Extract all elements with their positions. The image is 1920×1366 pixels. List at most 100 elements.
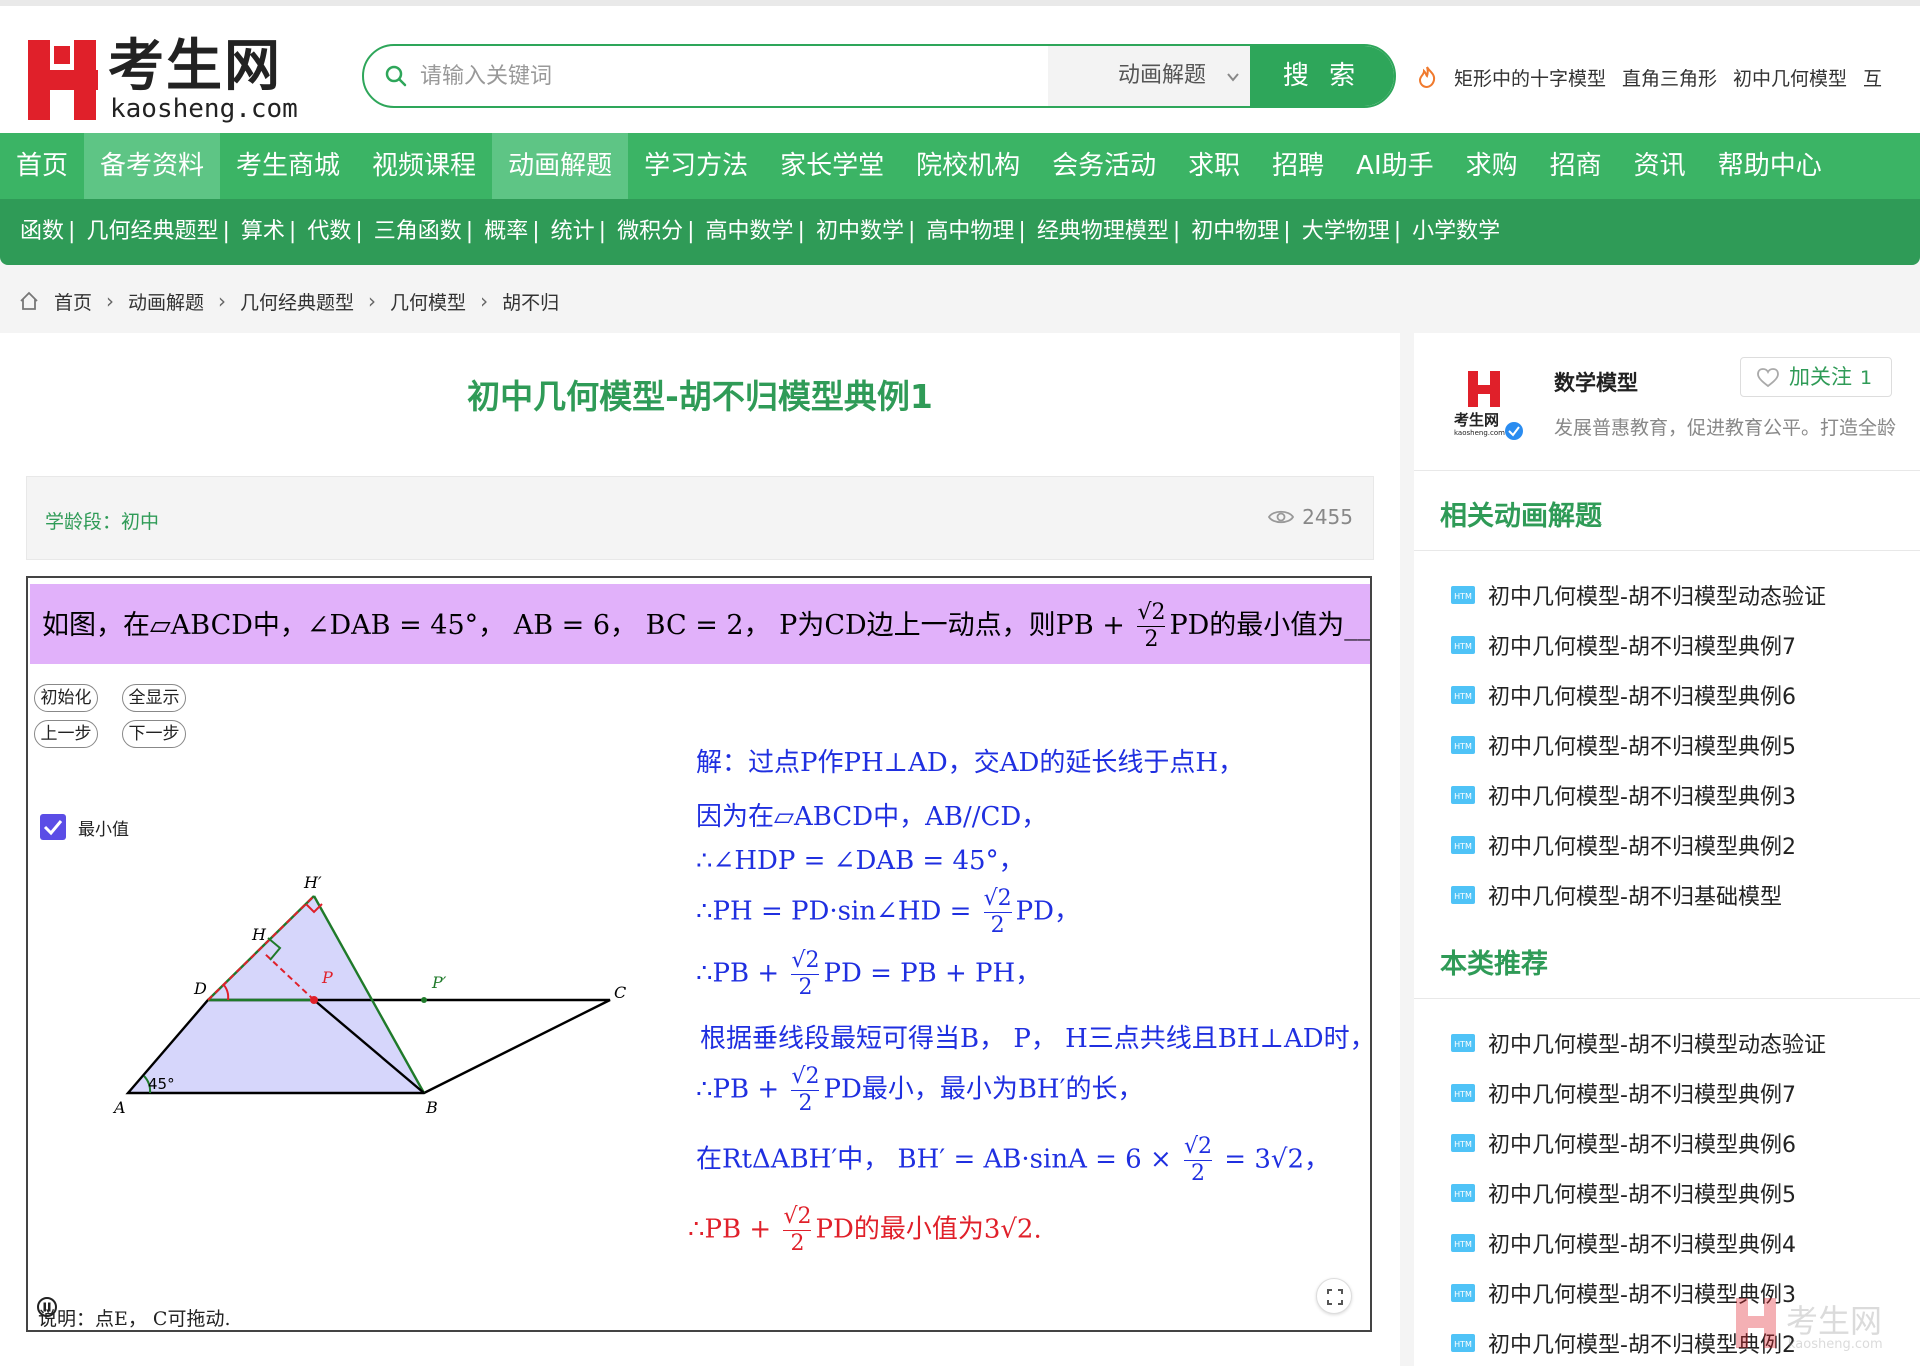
hot-keyword[interactable]: 初中几何模型 [1733,64,1847,91]
list-item-label: 初中几何模型-胡不归模型典例5 [1488,735,1796,760]
solution-line: ∴PH = PD·sin∠HD = √2 2 PD， [696,886,1080,939]
watermark-text: 考生网 [1786,1302,1882,1340]
subnav-item[interactable]: 高中物理 [926,199,1014,265]
subnav-item[interactable]: 三角函数 [374,199,462,265]
point-p2 [421,997,427,1003]
nav-item-invest[interactable]: 招商 [1534,133,1618,199]
list-item[interactable]: HTM 初中几何模型-胡不归模型典例6 [1450,678,1796,712]
list-item[interactable]: HTM 初中几何模型-胡不归模型典例5 [1450,728,1796,762]
nav-item-events[interactable]: 会务活动 [1036,133,1172,199]
label-angle: 45° [148,1075,175,1093]
logo-text: 考生网 [108,34,282,99]
file-htm-icon: HTM [1451,736,1475,754]
nav-item-buy[interactable]: 求购 [1450,133,1534,199]
breadcrumb-item[interactable]: 动画解题 [128,288,204,315]
file-htm-icon: HTM [1451,1034,1475,1052]
list-item[interactable]: HTM 初中几何模型-胡不归模型典例2 [1450,828,1796,862]
author-name[interactable]: 数学模型 [1554,367,1638,397]
breadcrumb-item[interactable]: 胡不归 [502,288,559,315]
fraction-den: 2 [798,975,813,1000]
avatar-text: 考生网 [1454,411,1499,429]
list-item-label: 初中几何模型-胡不归模型典例6 [1488,1133,1796,1158]
verified-icon [1505,422,1523,440]
geometry-applet[interactable]: 如图，在▱ABCD中，∠DAB = 45°， AB = 6， BC = 2， P… [26,576,1372,1332]
list-item-label: 初中几何模型-胡不归模型典例7 [1488,635,1796,660]
search-input[interactable] [420,46,1080,106]
subnav-item[interactable]: 大学物理 [1302,199,1390,265]
site-logo[interactable]: 考生网 kaosheng.com [28,36,298,124]
breadcrumb-item[interactable]: 几何模型 [390,288,466,315]
list-item-label: 初中几何模型-胡不归模型动态验证 [1488,1033,1826,1058]
geometry-figure[interactable]: A B C D P P′ H H′ 45° [28,578,648,1332]
fraction-num: √2 [791,1064,820,1091]
file-htm-icon: HTM [1451,1184,1475,1202]
subnav-item[interactable]: 微积分 [617,199,683,265]
subnav-item[interactable]: 初中数学 [816,199,904,265]
subnav-item[interactable]: 概率 [484,199,528,265]
nav-item-animation[interactable]: 动画解题 [492,133,629,199]
author-avatar[interactable]: 考生网 kaosheng.com [1452,367,1524,451]
search-category-select[interactable]: 动画解题 [1048,46,1258,106]
fullscreen-button[interactable] [1316,1278,1352,1314]
follow-button[interactable]: 加关注 1 [1740,357,1892,397]
nav-item-ai[interactable]: AI助手 [1340,133,1449,199]
list-item[interactable]: HTM 初中几何模型-胡不归基础模型 [1450,878,1782,912]
nav-item-video[interactable]: 视频课程 [356,133,492,199]
fullscreen-icon [1327,1289,1343,1305]
subnav-item[interactable]: 统计 [551,199,595,265]
subnav-item[interactable]: 初中物理 [1191,199,1279,265]
subnav-item[interactable]: 函数 [20,199,64,265]
nav-item-shop[interactable]: 考生商城 [220,133,356,199]
subnav-item[interactable]: 经典物理模型 [1037,199,1169,265]
solution-part: PD = PB + PH， [823,958,1042,989]
list-item[interactable]: HTM 初中几何模型-胡不归模型典例7 [1450,628,1796,662]
hot-keyword[interactable]: 互 [1863,64,1882,91]
list-item[interactable]: HTM 初中几何模型-胡不归模型典例4 [1450,1226,1796,1260]
fraction-den: 2 [990,913,1005,938]
svg-text:HTM: HTM [1454,1040,1472,1049]
watermark-domain: kaosheng.com [1788,1337,1883,1352]
solution-fraction: √2 2 [791,948,820,1001]
subnav-item[interactable]: 几何经典题型 [86,199,218,265]
solution-text: 解：过点P作PH⊥AD，交AD的延长线于点H， 因为在▱ABCD中，AB//CD… [688,578,1370,1330]
list-item[interactable]: HTM 初中几何模型-胡不归模型典例6 [1450,1126,1796,1160]
breadcrumb-item[interactable]: 首页 [54,288,92,315]
subnav-item[interactable]: 代数 [307,199,351,265]
solution-answer: ∴PB + √2 2 PD的最小值为3√2. [688,1204,1042,1257]
search-bar: 动画解题 搜 索 [362,44,1396,108]
nav-item-news[interactable]: 资讯 [1618,133,1702,199]
subnav-item[interactable]: 算术 [241,199,285,265]
nav-item-jobs[interactable]: 求职 [1172,133,1256,199]
solution-fraction: √2 2 [983,886,1012,939]
hot-keyword[interactable]: 矩形中的十字模型 [1454,64,1606,91]
pause-icon[interactable] [36,1296,58,1318]
file-htm-icon: HTM [1451,786,1475,804]
nav-item-method[interactable]: 学习方法 [628,133,764,199]
file-htm-icon: HTM [1451,1334,1475,1352]
breadcrumb-item[interactable]: 几何经典题型 [240,288,354,315]
nav-item-parents[interactable]: 家长学堂 [764,133,900,199]
hot-keyword[interactable]: 直角三角形 [1622,64,1717,91]
subnav-item[interactable]: 高中数学 [706,199,794,265]
solution-part: ∴PB + [696,1074,788,1105]
svg-text:HTM: HTM [1454,1090,1472,1099]
list-item[interactable]: HTM 初中几何模型-胡不归模型典例5 [1450,1176,1796,1210]
list-item[interactable]: HTM 初中几何模型-胡不归模型典例7 [1450,1076,1796,1110]
svg-text:HTM: HTM [1454,842,1472,851]
subnav-item[interactable]: 小学数学 [1412,199,1500,265]
svg-text:HTM: HTM [1454,742,1472,751]
nav-item-home[interactable]: 首页 [0,133,84,199]
fraction-num: √2 [791,948,820,975]
nav-item-help[interactable]: 帮助中心 [1702,133,1838,199]
list-item[interactable]: HTM 初中几何模型-胡不归模型典例3 [1450,778,1796,812]
file-htm-icon: HTM [1451,1134,1475,1152]
nav-item-hiring[interactable]: 招聘 [1256,133,1340,199]
label-a: A [112,1098,126,1117]
list-item[interactable]: HTM 初中几何模型-胡不归模型动态验证 [1450,1026,1826,1060]
nav-item-materials[interactable]: 备考资料 [84,133,221,199]
list-item[interactable]: HTM 初中几何模型-胡不归模型动态验证 [1450,578,1826,612]
fraction-num: √2 [983,886,1012,913]
home-icon [20,291,38,310]
search-button[interactable]: 搜 索 [1250,46,1394,106]
nav-item-schools[interactable]: 院校机构 [900,133,1036,199]
